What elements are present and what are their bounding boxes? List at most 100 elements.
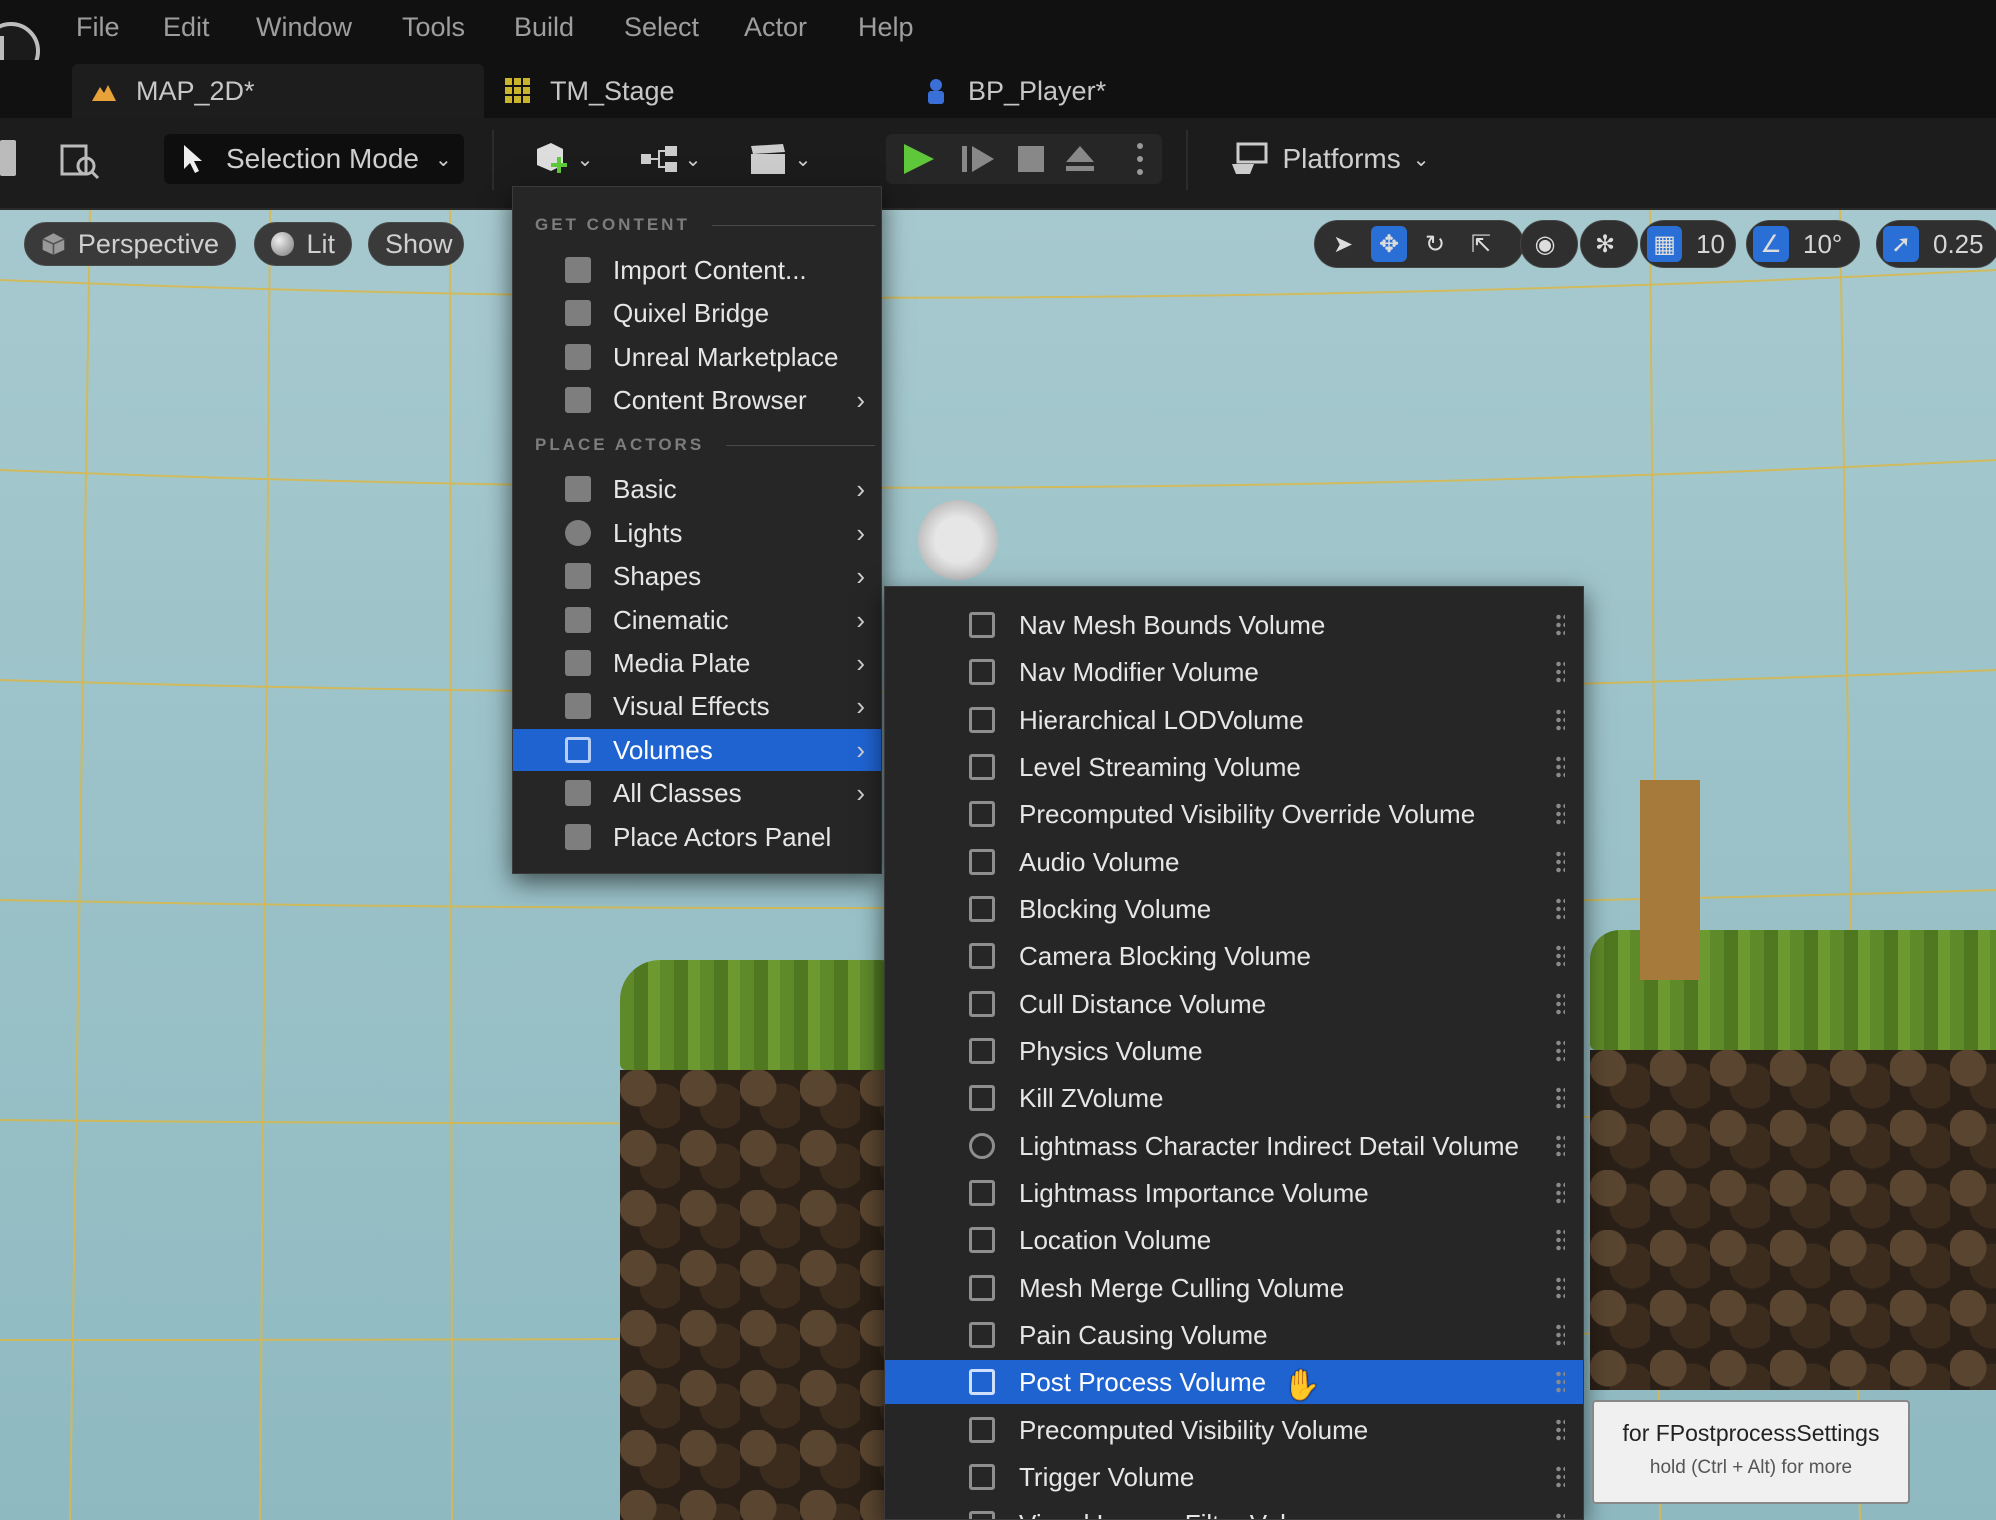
drag-handle-icon[interactable] xyxy=(1555,708,1565,732)
advance-frame-icon[interactable] xyxy=(962,146,994,172)
tab-tm-stage[interactable]: TM_Stage xyxy=(504,64,884,118)
drag-handle-icon[interactable] xyxy=(1555,1134,1565,1158)
scale-tool-icon[interactable]: ⇱ xyxy=(1463,226,1499,262)
drag-handle-icon[interactable] xyxy=(1555,850,1565,874)
menu-build[interactable]: Build xyxy=(514,12,574,43)
drag-handle-icon[interactable] xyxy=(1555,897,1565,921)
surface-snapping-toggle[interactable]: ✻ xyxy=(1580,220,1638,268)
drag-handle-icon[interactable] xyxy=(1555,1512,1565,1519)
menu-item-volumes[interactable]: Volumes › xyxy=(513,729,881,771)
drag-handle-icon[interactable] xyxy=(1555,1228,1565,1252)
volume-item[interactable]: Nav Modifier Volume xyxy=(885,650,1583,694)
selection-mode-dropdown[interactable]: Selection Mode ⌄ xyxy=(164,134,464,184)
volume-item[interactable]: Lightmass Character Indirect Detail Volu… xyxy=(885,1124,1583,1168)
tab-label: MAP_2D* xyxy=(136,75,255,106)
stop-icon[interactable] xyxy=(1018,146,1044,172)
menu-tools[interactable]: Tools xyxy=(402,12,465,43)
volume-item[interactable]: Camera Blocking Volume xyxy=(885,934,1583,978)
drag-handle-icon[interactable] xyxy=(1555,1370,1565,1394)
show-button[interactable]: Show xyxy=(368,222,464,266)
drag-handle-icon[interactable] xyxy=(1555,660,1565,684)
menu-help[interactable]: Help xyxy=(858,12,914,43)
rotation-snap-control[interactable]: ∠ 10° xyxy=(1746,220,1860,268)
tab-bp-player[interactable]: BP_Player* xyxy=(922,64,1282,118)
drag-handle-icon[interactable] xyxy=(1555,1465,1565,1489)
more-options-icon[interactable] xyxy=(1137,143,1143,175)
volume-item[interactable]: Physics Volume xyxy=(885,1029,1583,1073)
volume-item[interactable]: Precomputed Visibility Volume xyxy=(885,1408,1583,1452)
menu-item-basic[interactable]: Basic › xyxy=(513,468,881,510)
drag-handle-icon[interactable] xyxy=(1555,992,1565,1016)
drag-handle-icon[interactable] xyxy=(1555,755,1565,779)
blueprint-menu-button[interactable]: ⌄ xyxy=(632,134,708,184)
wooden-post xyxy=(1640,780,1700,980)
volume-item-post-process[interactable]: Post Process Volume xyxy=(885,1360,1583,1404)
drag-handle-icon[interactable] xyxy=(1555,1086,1565,1110)
menu-item-import-content[interactable]: Import Content... xyxy=(513,249,881,291)
volume-item-label: Pain Causing Volume xyxy=(1019,1319,1268,1350)
menu-item-content-browser[interactable]: Content Browser › xyxy=(513,379,881,421)
drag-handle-icon[interactable] xyxy=(1555,1276,1565,1300)
cinematics-menu-button[interactable]: ⌄ xyxy=(742,134,818,184)
volume-item[interactable]: Kill ZVolume xyxy=(885,1076,1583,1120)
menu-item-lights[interactable]: Lights › xyxy=(513,512,881,554)
grid-snap-control[interactable]: ▦ 10 xyxy=(1640,220,1736,268)
drag-handle-icon[interactable] xyxy=(1555,1323,1565,1347)
drag-handle-icon[interactable] xyxy=(1555,1181,1565,1205)
menu-actor[interactable]: Actor xyxy=(744,12,807,43)
play-icon[interactable] xyxy=(904,144,934,174)
menu-item-all-classes[interactable]: All Classes › xyxy=(513,772,881,814)
kill-z-volume-icon xyxy=(969,1085,995,1111)
select-tool-icon[interactable]: ➤ xyxy=(1325,226,1361,262)
menu-item-quixel-bridge[interactable]: Quixel Bridge xyxy=(513,292,881,334)
volume-item[interactable]: Pain Causing Volume xyxy=(885,1313,1583,1357)
nav-modifier-volume-icon xyxy=(969,659,995,685)
translate-tool-icon[interactable]: ✥ xyxy=(1371,226,1407,262)
menu-item-cinematic[interactable]: Cinematic › xyxy=(513,599,881,641)
world-local-toggle[interactable]: ◉ xyxy=(1520,220,1578,268)
rotate-tool-icon[interactable]: ↻ xyxy=(1417,226,1453,262)
menu-select[interactable]: Select xyxy=(624,12,699,43)
menu-file[interactable]: File xyxy=(76,12,120,43)
lit-button[interactable]: Lit xyxy=(254,222,352,266)
tab-map-2d[interactable]: MAP_2D* xyxy=(72,64,484,118)
play-controls xyxy=(886,134,1162,184)
volume-item[interactable]: Precomputed Visibility Override Volume xyxy=(885,792,1583,836)
menu-item-visual-effects[interactable]: Visual Effects › xyxy=(513,685,881,727)
volume-item[interactable]: Nav Mesh Bounds Volume xyxy=(885,603,1583,647)
eject-icon[interactable] xyxy=(1066,146,1094,171)
volume-item[interactable]: Mesh Merge Culling Volume xyxy=(885,1266,1583,1310)
volume-item[interactable]: Cull Distance Volume xyxy=(885,982,1583,1026)
save-icon[interactable] xyxy=(0,140,16,176)
platforms-dropdown[interactable]: Platforms ⌄ xyxy=(1220,134,1440,184)
perspective-button[interactable]: Perspective xyxy=(24,222,236,266)
volume-item-label: Precomputed Visibility Override Volume xyxy=(1019,798,1476,829)
right-floating-island[interactable] xyxy=(1590,930,1996,1390)
browse-content-icon[interactable] xyxy=(58,138,102,182)
menu-window[interactable]: Window xyxy=(256,12,352,43)
left-floating-island[interactable] xyxy=(620,960,920,1520)
clapperboard-icon xyxy=(750,144,785,174)
menu-item-place-actors-panel[interactable]: Place Actors Panel xyxy=(513,816,881,858)
scale-snap-control[interactable]: ➚ 0.25 xyxy=(1876,220,1996,268)
volume-item[interactable]: Hierarchical LODVolume xyxy=(885,698,1583,742)
player-sprite[interactable] xyxy=(918,500,998,580)
menu-item-media-plate[interactable]: Media Plate › xyxy=(513,642,881,684)
quick-add-button[interactable]: ⌄ xyxy=(524,134,600,184)
menu-item-unreal-marketplace[interactable]: Unreal Marketplace xyxy=(513,336,881,378)
volume-item[interactable]: Level Streaming Volume xyxy=(885,745,1583,789)
volume-item[interactable]: Location Volume xyxy=(885,1218,1583,1262)
drag-handle-icon[interactable] xyxy=(1555,1039,1565,1063)
drag-handle-icon[interactable] xyxy=(1555,613,1565,637)
drag-handle-icon[interactable] xyxy=(1555,802,1565,826)
menu-item-shapes[interactable]: Shapes › xyxy=(513,555,881,597)
volume-item[interactable]: Lightmass Importance Volume xyxy=(885,1171,1583,1215)
menu-edit[interactable]: Edit xyxy=(163,12,210,43)
shapes-icon xyxy=(565,563,591,589)
drag-handle-icon[interactable] xyxy=(1555,1418,1565,1442)
volume-item[interactable]: Trigger Volume xyxy=(885,1455,1583,1499)
drag-handle-icon[interactable] xyxy=(1555,944,1565,968)
volume-item[interactable]: Blocking Volume xyxy=(885,887,1583,931)
volume-item[interactable]: Audio Volume xyxy=(885,840,1583,884)
volume-item[interactable]: Visual Logger Filter Volume xyxy=(885,1502,1583,1519)
